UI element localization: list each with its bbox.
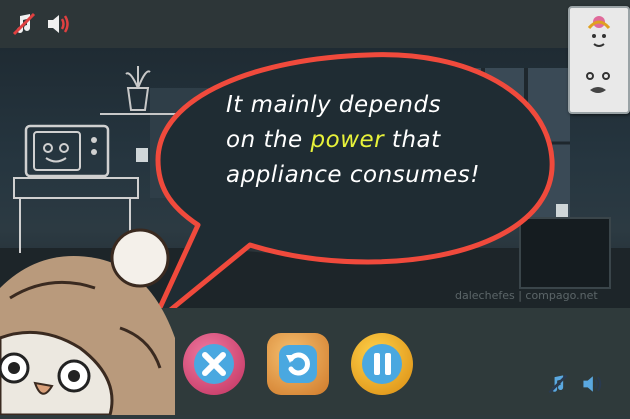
- character-card[interactable]: [568, 6, 630, 114]
- pause-button[interactable]: [351, 333, 413, 395]
- speaker-icon[interactable]: [44, 10, 72, 38]
- restart-button[interactable]: [267, 333, 329, 395]
- dialogue-line-2: on the power that: [226, 127, 441, 153]
- top-toolbar: [0, 0, 630, 48]
- music-muted-icon[interactable]: [546, 372, 570, 396]
- dialogue-text: It mainly depends on the power that appl…: [226, 88, 526, 193]
- dialogue-line-3: appliance consumes!: [226, 162, 480, 188]
- watermark: dalechefes | compago.net: [455, 289, 598, 302]
- dialogue-line-1: It mainly depends: [226, 92, 442, 118]
- highlight-word: power: [310, 127, 385, 153]
- close-icon: [194, 344, 234, 384]
- restart-icon: [279, 345, 317, 383]
- music-muted-icon[interactable]: [10, 10, 38, 38]
- sloth-character: [0, 218, 190, 417]
- close-button[interactable]: [183, 333, 245, 395]
- pause-icon: [362, 344, 402, 384]
- speaker-icon[interactable]: [580, 372, 604, 396]
